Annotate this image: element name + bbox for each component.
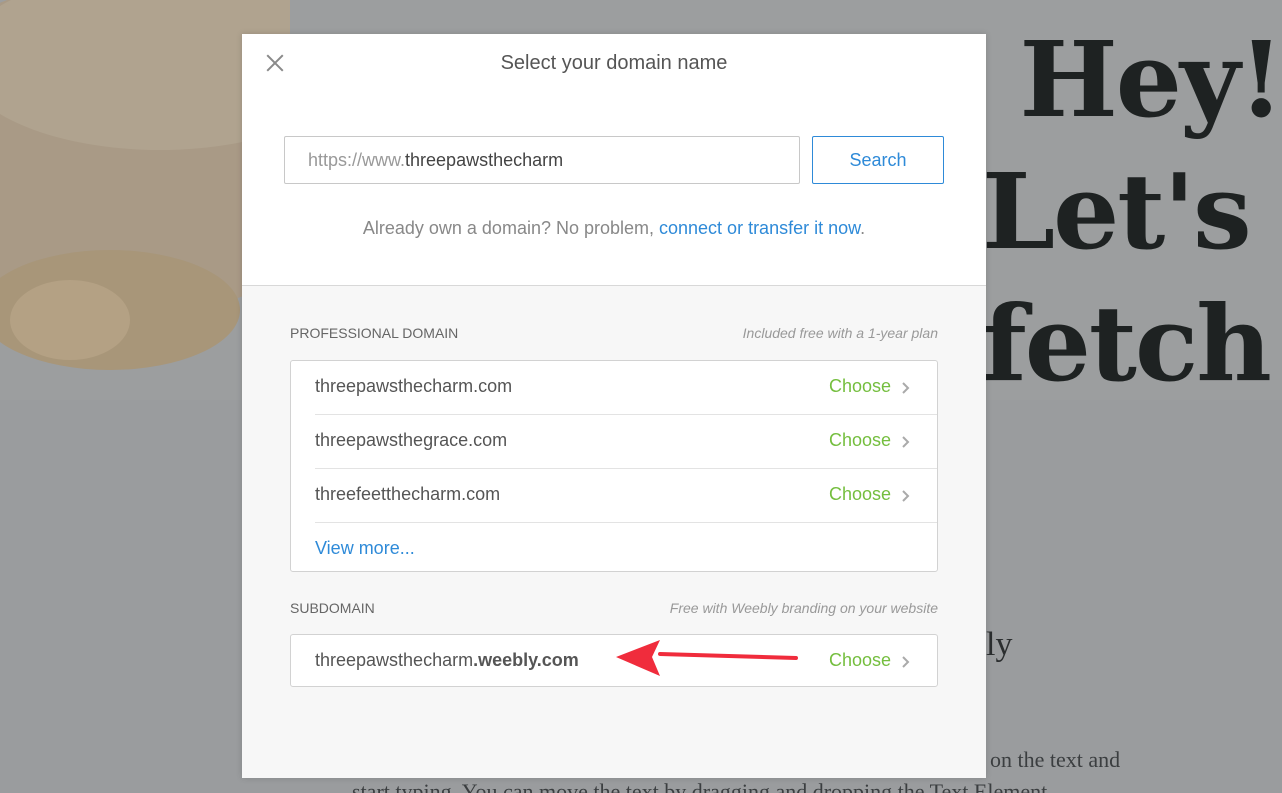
modal-header-section: Select your domain name https://www.thre… bbox=[242, 34, 986, 286]
choose-button[interactable]: Choose bbox=[829, 650, 891, 671]
domain-option-row[interactable]: threepawsthecharm.com Choose bbox=[291, 361, 937, 415]
chevron-right-icon bbox=[902, 656, 910, 668]
subdomain-heading: SUBDOMAIN bbox=[290, 600, 375, 616]
subdomain-option-name: threepawsthecharm.weebly.com bbox=[315, 650, 579, 671]
view-more-row: View more... bbox=[291, 523, 937, 571]
own-domain-message: Already own a domain? No problem, connec… bbox=[242, 218, 986, 239]
own-domain-period: . bbox=[860, 218, 866, 238]
hero-line-1: Hey! bbox=[1019, 18, 1282, 141]
choose-button[interactable]: Choose bbox=[829, 430, 891, 451]
professional-domain-note: Included free with a 1-year plan bbox=[742, 325, 938, 341]
professional-domain-header: PROFESSIONAL DOMAIN Included free with a… bbox=[290, 325, 938, 341]
subdomain-note: Free with Weebly branding on your websit… bbox=[669, 600, 938, 616]
domain-input-value: threepawsthecharm bbox=[405, 150, 564, 170]
domain-option-name: threepawsthegrace.com bbox=[315, 430, 508, 450]
domain-option-row[interactable]: threefeetthecharm.com Choose bbox=[291, 469, 937, 523]
professional-domain-heading: PROFESSIONAL DOMAIN bbox=[290, 325, 459, 341]
subdomain-suffix: .weebly.com bbox=[473, 650, 579, 670]
subdomain-prefix: threepawsthecharm bbox=[315, 650, 474, 670]
domain-modal: Select your domain name https://www.thre… bbox=[242, 34, 986, 778]
connect-transfer-link[interactable]: connect or transfer it now bbox=[659, 218, 860, 238]
chevron-right-icon bbox=[902, 436, 910, 448]
chevron-right-icon bbox=[902, 382, 910, 394]
professional-domain-list: threepawsthecharm.com Choose threepawsth… bbox=[290, 360, 938, 572]
choose-button[interactable]: Choose bbox=[829, 484, 891, 505]
search-button[interactable]: Search bbox=[812, 136, 944, 184]
url-prefix: https://www. bbox=[308, 150, 406, 170]
chevron-right-icon bbox=[902, 490, 910, 502]
background-subtitle: ly bbox=[986, 626, 1013, 663]
hero-heading: Hey! Let's play fetch! bbox=[982, 14, 1282, 410]
view-more-link[interactable]: View more... bbox=[315, 538, 415, 559]
subdomain-header: SUBDOMAIN Free with Weebly branding on y… bbox=[290, 600, 938, 616]
own-domain-text: Already own a domain? No problem, bbox=[362, 218, 660, 238]
hero-line-3: fetch! bbox=[982, 282, 1282, 405]
choose-button[interactable]: Choose bbox=[829, 376, 891, 397]
domain-search-input[interactable]: https://www.threepawsthecharm bbox=[284, 136, 800, 184]
domain-option-row[interactable]: threepawsthegrace.com Choose bbox=[291, 415, 937, 469]
domain-option-name: threepawsthecharm.com bbox=[315, 376, 513, 396]
modal-title: Select your domain name bbox=[500, 52, 728, 74]
background-body-line-2: start typing. You can move the text by d… bbox=[352, 779, 1048, 793]
annotation-arrow-icon bbox=[616, 640, 798, 676]
hero-line-2: Let's play bbox=[982, 150, 1282, 273]
domain-option-name: threefeetthecharm.com bbox=[315, 484, 501, 504]
